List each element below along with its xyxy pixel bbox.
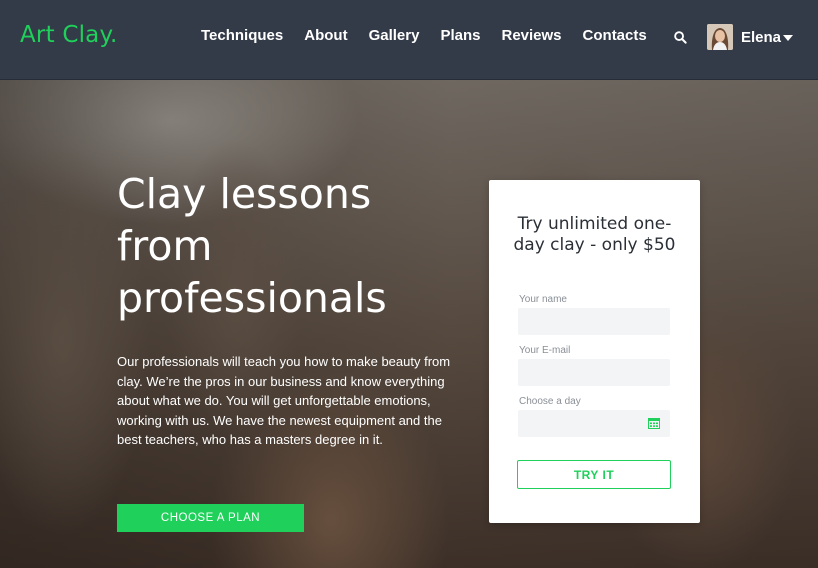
name-field[interactable] xyxy=(518,308,670,335)
hero-description: Our professionals will teach you how to … xyxy=(117,354,451,448)
nav-item-contacts[interactable]: Contacts xyxy=(583,27,647,44)
calendar-icon[interactable] xyxy=(648,417,660,429)
site-logo[interactable]: Art Clay. xyxy=(20,22,118,48)
try-it-button[interactable]: TRY IT xyxy=(517,460,671,489)
email-field[interactable] xyxy=(518,359,670,386)
search-icon[interactable] xyxy=(673,30,688,45)
nav-item-about[interactable]: About xyxy=(304,27,347,44)
nav-item-plans[interactable]: Plans xyxy=(440,27,480,44)
user-name[interactable]: Elena xyxy=(741,29,781,46)
name-label: Your name xyxy=(519,294,567,305)
hero-title: Clay lessons from professionals xyxy=(117,170,387,322)
signup-card: Try unlimited one-day clay - only $50 Yo… xyxy=(489,180,700,523)
email-label: Your E-mail xyxy=(519,345,571,356)
choose-plan-button[interactable]: CHOOSE A PLAN xyxy=(117,504,304,532)
nav-item-reviews[interactable]: Reviews xyxy=(501,27,561,44)
main-nav: Techniques About Gallery Plans Reviews C… xyxy=(201,27,668,44)
nav-item-gallery[interactable]: Gallery xyxy=(369,27,420,44)
site-header: Art Clay. Techniques About Gallery Plans… xyxy=(0,0,818,80)
avatar[interactable] xyxy=(707,24,733,50)
nav-item-techniques[interactable]: Techniques xyxy=(201,27,283,44)
day-label: Choose a day xyxy=(519,396,581,407)
chevron-down-icon[interactable] xyxy=(783,35,793,41)
card-title: Try unlimited one-day clay - only $50 xyxy=(513,214,676,255)
